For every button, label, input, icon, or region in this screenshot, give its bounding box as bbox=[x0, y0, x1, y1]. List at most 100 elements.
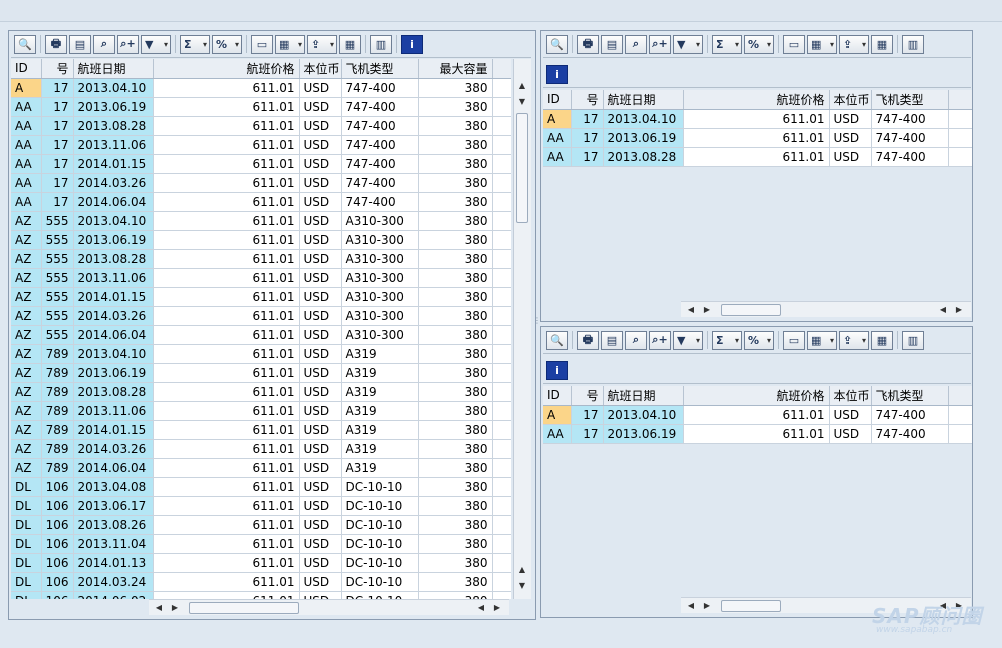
table-cell[interactable]: 380 bbox=[418, 553, 493, 573]
table-cell[interactable] bbox=[492, 287, 511, 307]
table-cell[interactable]: AZ bbox=[11, 211, 42, 231]
table-cell[interactable]: USD bbox=[299, 382, 342, 402]
table-row[interactable]: DL1062014.06.02611.01USDDC-10-10380 bbox=[11, 591, 511, 599]
layout-button[interactable]: ▦ bbox=[807, 34, 837, 54]
table-cell[interactable]: 380 bbox=[418, 135, 493, 155]
table-cell[interactable]: 380 bbox=[418, 477, 493, 497]
table-cell[interactable]: 611.01 bbox=[153, 420, 300, 440]
table-cell[interactable]: 380 bbox=[418, 249, 493, 269]
table-cell[interactable]: 611.01 bbox=[153, 230, 300, 250]
table-cell[interactable]: 611.01 bbox=[153, 363, 300, 383]
details-button[interactable]: 🔍 bbox=[546, 34, 568, 54]
column-header[interactable]: ID bbox=[11, 59, 42, 79]
table-cell[interactable]: AZ bbox=[11, 363, 42, 383]
column-header[interactable]: ID bbox=[543, 386, 572, 406]
table-cell[interactable]: 17 bbox=[41, 173, 74, 193]
table-cell[interactable]: USD bbox=[299, 230, 342, 250]
table-cell[interactable]: 17 bbox=[571, 424, 604, 444]
table-cell[interactable]: AA bbox=[543, 424, 572, 444]
table-cell[interactable]: 2014.01.15 bbox=[73, 287, 154, 307]
table-cell[interactable]: 2013.04.10 bbox=[73, 211, 154, 231]
table-cell[interactable]: A310-300 bbox=[341, 230, 419, 250]
table-row[interactable]: DL 106 2013.04.08 611.01 USD DC-10-10 380 bbox=[11, 477, 511, 497]
find-button[interactable]: ⌕ bbox=[625, 34, 647, 54]
table-cell[interactable]: USD bbox=[299, 553, 342, 573]
table-cell[interactable] bbox=[948, 109, 972, 129]
table-cell[interactable]: A310-300 bbox=[341, 268, 419, 288]
left-horizontal-scrollbar[interactable]: ◀ ▶ ◀ ▶ bbox=[149, 599, 509, 615]
column-header[interactable]: 航班价格 bbox=[683, 386, 830, 406]
table-cell[interactable]: 2013.06.19 bbox=[73, 230, 154, 250]
column-header[interactable]: 飞机类型 bbox=[341, 59, 419, 79]
table-cell[interactable]: 2013.04.10 bbox=[73, 78, 154, 98]
table-cell[interactable]: AA bbox=[11, 154, 42, 174]
table-cell[interactable]: AA bbox=[11, 116, 42, 136]
table-cell[interactable]: USD bbox=[299, 154, 342, 174]
table-cell[interactable]: 2014.03.26 bbox=[73, 306, 154, 326]
table-cell[interactable]: USD bbox=[299, 211, 342, 231]
table-cell[interactable]: 380 bbox=[418, 363, 493, 383]
table-cell[interactable]: DL bbox=[11, 515, 42, 535]
table-cell[interactable]: AZ bbox=[11, 401, 42, 421]
table-cell[interactable]: USD bbox=[299, 591, 342, 599]
table-cell[interactable]: 789 bbox=[41, 458, 74, 478]
scroll-right-icon[interactable]: ▶ bbox=[953, 303, 965, 317]
table-cell[interactable]: DC-10-10 bbox=[341, 572, 419, 592]
table-cell[interactable]: 2013.06.19 bbox=[603, 424, 684, 444]
table-cell[interactable]: 611.01 bbox=[153, 591, 300, 599]
table-cell[interactable]: USD bbox=[299, 477, 342, 497]
table-row[interactable]: A 17 2013.04.10 611.01 USD 747-400 bbox=[543, 405, 972, 425]
find-next-button[interactable]: ⌕+ bbox=[649, 330, 671, 350]
table-cell[interactable]: DL bbox=[11, 496, 42, 516]
abc-analysis-button[interactable]: ▥ bbox=[902, 34, 924, 54]
table-cell[interactable]: 380 bbox=[418, 211, 493, 231]
column-header[interactable]: 航班价格 bbox=[153, 59, 300, 79]
table-cell[interactable] bbox=[948, 128, 972, 148]
sum-button[interactable]: Σ bbox=[712, 34, 742, 54]
table-cell[interactable]: 380 bbox=[418, 268, 493, 288]
table-cell[interactable]: AA bbox=[11, 192, 42, 212]
table-cell[interactable]: 555 bbox=[41, 287, 74, 307]
table-row[interactable]: DL 106 2013.08.26 611.01 USD DC-10-10 380 bbox=[11, 515, 511, 535]
table-cell[interactable]: 380 bbox=[418, 401, 493, 421]
table-row[interactable]: AZ 789 2013.04.10 611.01 USD A319 380 bbox=[11, 344, 511, 364]
table-cell[interactable]: 17 bbox=[41, 192, 74, 212]
table-cell[interactable]: 555 bbox=[41, 306, 74, 326]
table-cell[interactable]: USD bbox=[299, 287, 342, 307]
scroll-thumb[interactable] bbox=[516, 113, 528, 223]
table-cell[interactable]: DL bbox=[11, 591, 42, 599]
table-cell[interactable]: USD bbox=[829, 128, 872, 148]
table-cell[interactable]: 380 bbox=[418, 344, 493, 364]
table-cell[interactable] bbox=[492, 135, 511, 155]
sort-button[interactable]: ▤ bbox=[601, 34, 623, 54]
table-cell[interactable]: AA bbox=[11, 135, 42, 155]
table-cell[interactable]: 380 bbox=[418, 78, 493, 98]
table-cell[interactable]: AZ bbox=[11, 439, 42, 459]
table-cell[interactable]: USD bbox=[299, 458, 342, 478]
table-cell[interactable]: AZ bbox=[11, 287, 42, 307]
table-cell[interactable]: 17 bbox=[41, 116, 74, 136]
table-row[interactable]: AA 17 2014.06.04 611.01 USD 747-400 380 bbox=[11, 192, 511, 212]
find-next-button[interactable]: ⌕+ bbox=[117, 34, 139, 54]
column-header[interactable]: 航班日期 bbox=[73, 59, 154, 79]
table-cell[interactable]: 611.01 bbox=[153, 401, 300, 421]
table-cell[interactable]: 380 bbox=[418, 420, 493, 440]
column-header[interactable]: 本位币 bbox=[299, 59, 342, 79]
table-cell[interactable]: A319 bbox=[341, 458, 419, 478]
table-cell[interactable]: 2013.08.28 bbox=[603, 147, 684, 167]
scroll-up-icon[interactable]: ▲ bbox=[514, 79, 530, 93]
table-cell[interactable]: A310-300 bbox=[341, 287, 419, 307]
table-cell[interactable]: 611.01 bbox=[153, 306, 300, 326]
table-cell[interactable]: 555 bbox=[41, 230, 74, 250]
table-cell[interactable] bbox=[492, 154, 511, 174]
table-cell[interactable]: 106 bbox=[41, 477, 74, 497]
table-cell[interactable]: AZ bbox=[11, 325, 42, 345]
table-cell[interactable]: 611.01 bbox=[153, 192, 300, 212]
table-cell[interactable]: USD bbox=[299, 135, 342, 155]
table-cell[interactable] bbox=[492, 420, 511, 440]
table-cell[interactable]: 611.01 bbox=[153, 572, 300, 592]
table-cell[interactable]: 2014.03.26 bbox=[73, 173, 154, 193]
table-cell[interactable] bbox=[492, 477, 511, 497]
table-cell[interactable]: DC-10-10 bbox=[341, 591, 419, 599]
table-cell[interactable]: 2014.01.15 bbox=[73, 154, 154, 174]
